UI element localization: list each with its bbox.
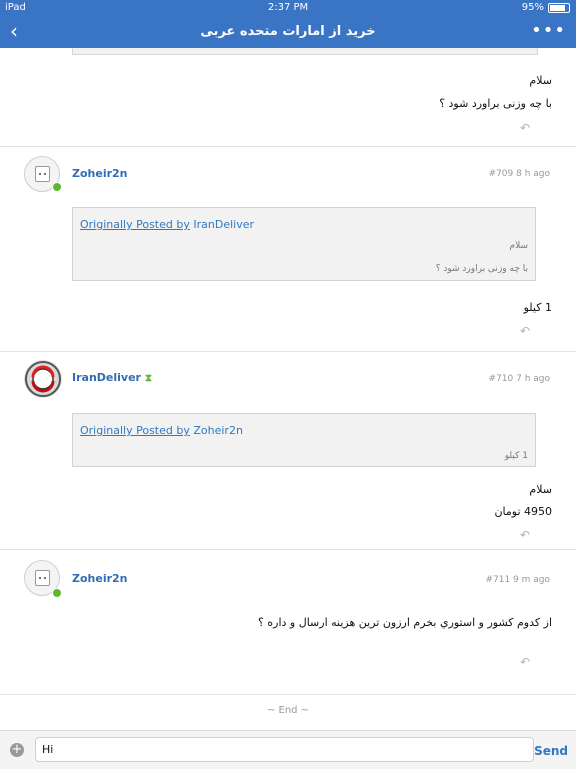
more-options-icon[interactable]: ••• — [531, 20, 566, 41]
default-avatar-icon — [35, 166, 50, 182]
reply-icon[interactable]: ↶ — [520, 324, 530, 338]
post-709: Zoheir2n #709 8 h ago Originally Posted … — [0, 146, 576, 352]
post-body-line: سلام — [529, 483, 552, 496]
quote-box: Originally Posted by Zoheir2n 1 کیلو — [72, 413, 536, 467]
quote-box: Originally Posted by IranDeliver سلام با… — [72, 207, 536, 281]
online-status-dot — [52, 588, 62, 598]
post-username-text: IranDeliver — [72, 371, 141, 384]
status-bar: iPad 2:37 PM 95% — [0, 0, 576, 16]
battery-percent: 95% — [521, 2, 544, 13]
default-avatar-icon — [35, 570, 50, 586]
quote-line: 1 کیلو — [504, 451, 528, 461]
reply-input[interactable]: Hi — [35, 737, 534, 762]
post-username[interactable]: IranDeliver ⧗ — [72, 371, 152, 384]
quote-line: با چه وزنی براورد شود ؟ — [435, 264, 528, 274]
post-partial: سلام با چه وزنی براورد شود ؟ ↶ — [0, 48, 576, 147]
status-right: 95% — [522, 2, 570, 13]
nav-bar: ‹ خرید از امارات متحده عربی ••• — [0, 16, 576, 48]
post-meta: #710 7 h ago — [488, 374, 550, 384]
thread-content[interactable]: سلام با چه وزنی براورد شود ؟ ↶ Zoheir2n … — [0, 48, 576, 730]
send-button[interactable]: Send — [534, 744, 568, 758]
status-time: 2:37 PM — [267, 2, 309, 13]
post-username[interactable]: Zoheir2n — [72, 572, 128, 585]
post-body-line: سلام — [529, 74, 552, 87]
quote-header: Originally Posted by IranDeliver — [80, 218, 254, 231]
quote-box-tail — [72, 48, 538, 55]
post-710: IranDeliver ⧗ #710 7 h ago Originally Pos… — [0, 351, 576, 550]
reply-icon[interactable]: ↶ — [520, 528, 530, 542]
staff-badge-icon: ⧗ — [144, 373, 152, 384]
post-username[interactable]: Zoheir2n — [72, 167, 128, 180]
post-meta: #711 9 m ago — [485, 575, 550, 585]
quote-author[interactable]: Zoheir2n — [193, 424, 243, 437]
quote-link[interactable]: Originally Posted by — [80, 424, 190, 437]
reply-icon[interactable]: ↶ — [520, 121, 530, 135]
online-status-dot — [52, 182, 62, 192]
post-711: Zoheir2n #711 9 m ago از کدوم کشور و است… — [0, 549, 576, 695]
post-body-line: 1 کیلو — [523, 301, 552, 314]
quote-header: Originally Posted by Zoheir2n — [80, 424, 243, 437]
battery-icon — [548, 2, 570, 13]
quote-author[interactable]: IranDeliver — [193, 218, 254, 231]
quote-link[interactable]: Originally Posted by — [80, 218, 190, 231]
post-body-line: 4950 تومان — [494, 505, 552, 518]
quote-line: سلام — [509, 241, 528, 251]
add-attachment-icon[interactable]: + — [10, 743, 24, 757]
post-body-line: از کدوم کشور و استوري بخرم ارزون ترين هز… — [258, 616, 552, 629]
reply-icon[interactable]: ↶ — [520, 655, 530, 669]
post-body-line: با چه وزنی براورد شود ؟ — [439, 97, 552, 110]
avatar[interactable] — [24, 360, 62, 398]
reply-composer: + Hi Send — [0, 730, 576, 769]
irandeliver-logo-icon — [25, 361, 61, 397]
post-meta: #709 8 h ago — [488, 169, 550, 179]
end-of-thread-label: ~ End ~ — [266, 705, 310, 716]
thread-title: خرید از امارات متحده عربی — [200, 24, 376, 39]
